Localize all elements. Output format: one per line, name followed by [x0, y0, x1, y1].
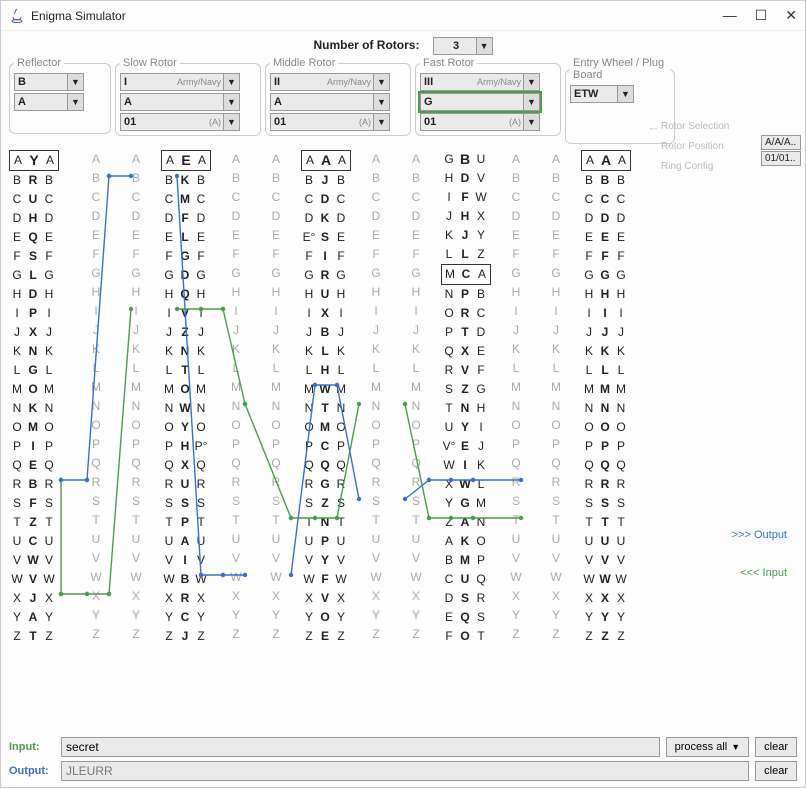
middle-position-select[interactable]: A▼: [270, 93, 390, 111]
slow-contact-r: ABCDEFGHIJKLMNOPQRSTUVWXYZ: [229, 150, 243, 646]
entry-type-select[interactable]: ETW▼: [570, 85, 634, 103]
io-output-legend: >>> Output: [732, 529, 787, 541]
fast-position-select[interactable]: G▼: [420, 93, 540, 111]
maximize-button[interactable]: ☐: [755, 7, 768, 24]
fast-type-select[interactable]: IIIArmy/Navy▼: [420, 73, 540, 91]
fast-wiring: GBUHDVIFWJHXKJYLLZMCANPBORCPTDQXERVFSZGT…: [441, 150, 491, 646]
fast-rotor-group: Fast Rotor IIIArmy/Navy▼ G▼ 01(A)▼: [415, 57, 561, 136]
middle-rotor-group: Middle Rotor IIArmy/Navy▼ A▼ 01(A)▼: [265, 57, 411, 136]
process-all-button[interactable]: process all▼: [666, 737, 750, 757]
slow-ring-select[interactable]: 01(A)▼: [120, 113, 240, 131]
entry-contact-l: ABCDEFGHIJKLMNOPQRSTUVWXYZ: [549, 150, 563, 646]
close-button[interactable]: ✕: [785, 7, 797, 24]
num-rotors-row: Number of Rotors: 3▼: [1, 31, 805, 57]
num-rotors-select[interactable]: 3▼: [433, 37, 493, 55]
num-rotors-label: Number of Rotors:: [313, 38, 419, 52]
reflector-contact: ABCDEFGHIJKLMNOPQRSTUVWXYZ: [89, 150, 103, 646]
minimize-button[interactable]: —: [723, 7, 737, 24]
middle-contact-r: ABCDEFGHIJKLMNOPQRSTUVWXYZ: [369, 150, 383, 646]
slow-position-select[interactable]: A▼: [120, 93, 240, 111]
output-label: Output:: [9, 765, 55, 777]
slow-wiring: AEABKBCMCDFDELEFGFGDGHQHIVIJZJKNKLTLMOMN…: [161, 150, 211, 646]
middle-type-select[interactable]: IIArmy/Navy▼: [270, 73, 390, 91]
middle-wiring: AAABJBCDCDKDE°SEFIFGRGHUHIXIJBJKLKLHLMWM…: [301, 150, 351, 646]
titlebar: Enigma Simulator — ☐ ✕: [1, 1, 805, 31]
io-panel: Input: process all▼ clear Output: JLEURR…: [9, 733, 797, 781]
io-input-legend: <<< Input: [740, 567, 787, 579]
reflector-group: Reflector B▼ A▼: [9, 57, 111, 134]
reflector-position-select[interactable]: A▼: [14, 93, 84, 111]
fast-contact-l: ABCDEFGHIJKLMNOPQRSTUVWXYZ: [409, 150, 423, 646]
output-field: JLEURR: [61, 761, 749, 781]
slow-type-select[interactable]: IArmy/Navy▼: [120, 73, 240, 91]
app-window: Enigma Simulator — ☐ ✕ Number of Rotors:…: [0, 0, 806, 788]
fast-ring-select[interactable]: 01(A)▼: [420, 113, 540, 131]
clear-output-button[interactable]: clear: [755, 761, 797, 781]
entry-wiring: AAABBBCCCDDDEEEFFFGGGHHHIIIJJJKKKLLLMMMN…: [581, 150, 631, 646]
java-icon: [9, 8, 25, 24]
wiring-area: AYABRBCUCDHDEQEFSFGLGHDHIPIJXJKNKLGLMOMN…: [1, 148, 805, 646]
input-label: Input:: [9, 741, 55, 753]
slow-rotor-group: Slow Rotor IArmy/Navy▼ A▼ 01(A)▼: [115, 57, 261, 136]
clear-input-button[interactable]: clear: [755, 737, 797, 757]
middle-contact-l: ABCDEFGHIJKLMNOPQRSTUVWXYZ: [269, 150, 283, 646]
fast-contact-r: ABCDEFGHIJKLMNOPQRSTUVWXYZ: [509, 150, 523, 646]
middle-ring-select[interactable]: 01(A)▼: [270, 113, 390, 131]
window-title: Enigma Simulator: [31, 9, 723, 23]
input-field[interactable]: [61, 737, 660, 757]
slow-contact-l: ABCDEFGHIJKLMNOPQRSTUVWXYZ: [129, 150, 143, 646]
reflector-wiring: AYABRBCUCDHDEQEFSFGLGHDHIPIJXJKNKLGLMOMN…: [9, 150, 59, 646]
reflector-type-select[interactable]: B▼: [14, 73, 84, 91]
